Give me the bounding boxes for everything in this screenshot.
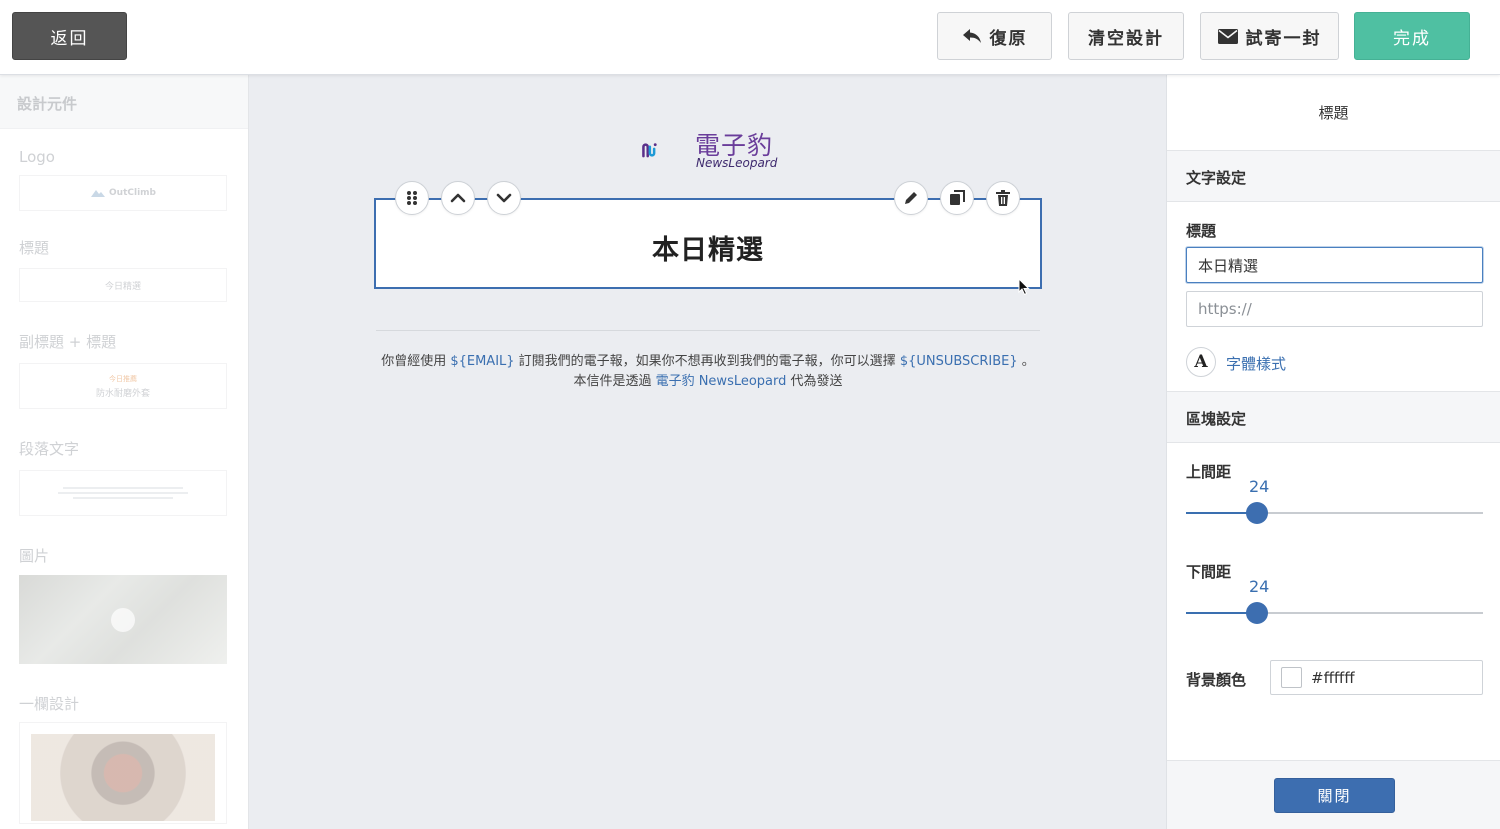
sidebar-item-logo-label: Logo: [19, 148, 55, 166]
block-settings-panel: 標題 文字設定 標題 A 字體樣式 區塊設定 上間距 24 下間距 24 背景顏…: [1166, 75, 1500, 829]
footer-sender-line: 本信件是透過 電子豹 NewsLeopard 代為發送: [376, 370, 1040, 389]
trash-icon: [996, 190, 1010, 206]
chevron-down-icon: [496, 193, 512, 203]
chevron-up-icon: [450, 193, 466, 203]
close-button-label: 關閉: [1317, 787, 1352, 805]
done-button[interactable]: 完成: [1354, 12, 1470, 60]
footer-text: 你曾經使用: [381, 354, 451, 369]
bg-color-value: #ffffff: [1311, 668, 1355, 687]
sidebar-item-logo[interactable]: OutClimb: [19, 175, 227, 211]
sidebar-subtitle-preview: 今日推薦: [109, 374, 137, 383]
font-style-icon[interactable]: A: [1186, 347, 1216, 377]
copy-icon: [950, 190, 965, 205]
back-button[interactable]: 返回: [12, 12, 127, 60]
newsleopard-logo-icon: [642, 143, 657, 158]
delete-block-button[interactable]: [986, 181, 1020, 215]
color-swatch[interactable]: [1281, 667, 1302, 688]
done-button-label: 完成: [1393, 28, 1431, 49]
duplicate-block-button[interactable]: [940, 181, 974, 215]
email-canvas: [249, 75, 1166, 829]
email-merge-tag: ${EMAIL}: [450, 354, 515, 369]
footer-text: 本信件是透過: [573, 374, 656, 389]
sidebar-heading: 設計元件: [0, 75, 248, 129]
sidebar-item-one-column-label: 一欄設計: [19, 695, 80, 713]
drag-handle-icon: [407, 191, 417, 205]
paragraph-placeholder-line: [58, 492, 188, 494]
text-settings-heading: 文字設定: [1167, 150, 1500, 202]
top-toolbar: 返回 復原 清空設計 試寄一封 完成: [0, 0, 1500, 75]
sidebar-logo-preview: OutClimb: [109, 188, 156, 198]
undo-button[interactable]: 復原: [937, 12, 1052, 60]
sidebar-item-paragraph-label: 段落文字: [19, 440, 80, 458]
close-button[interactable]: 關閉: [1274, 778, 1395, 813]
bottom-padding-slider-thumb[interactable]: [1246, 602, 1268, 624]
unsubscribe-merge-tag[interactable]: ${UNSUBSCRIBE}: [900, 354, 1018, 369]
image-icon: [111, 608, 135, 632]
drag-handle-button[interactable]: [395, 181, 429, 215]
footer-divider: [376, 330, 1040, 331]
footer-text: 代為發送: [786, 374, 843, 389]
top-padding-slider[interactable]: [1186, 502, 1483, 524]
undo-icon: [962, 29, 981, 43]
pencil-icon: [905, 192, 917, 204]
move-up-button[interactable]: [441, 181, 475, 215]
top-padding-label: 上間距: [1186, 463, 1232, 481]
title-input[interactable]: [1186, 247, 1483, 283]
selected-title-block[interactable]: 本日精選: [374, 198, 1042, 289]
footer-text: 。: [1017, 354, 1035, 369]
test-send-button-label: 試寄一封: [1245, 28, 1322, 49]
footer-text: 訂閱我們的電子報，如果你不想再收到我們的電子報，你可以選擇: [514, 354, 900, 369]
bg-color-input[interactable]: #ffffff: [1270, 660, 1483, 695]
test-send-button[interactable]: 試寄一封: [1200, 12, 1339, 60]
sidebar-item-subtitle-title-label: 副標題 + 標題: [19, 333, 117, 351]
sidebar-subtitle-title-preview: 防水耐磨外套: [95, 388, 150, 399]
font-style-link[interactable]: 字體樣式: [1226, 353, 1286, 374]
top-padding-slider-thumb[interactable]: [1246, 502, 1268, 524]
sidebar-item-title[interactable]: 今日精選: [19, 268, 227, 302]
bottom-padding-slider[interactable]: [1186, 602, 1483, 624]
back-button-label: 返回: [50, 28, 89, 49]
mouse-cursor-icon: [1018, 278, 1030, 296]
sidebar-item-subtitle-title[interactable]: 今日推薦 防水耐磨外套: [19, 363, 227, 409]
bottom-padding-label: 下間距: [1186, 563, 1232, 581]
logo-text-en: NewsLeopard: [696, 156, 778, 170]
bottom-padding-value: 24: [1249, 577, 1270, 596]
move-down-button[interactable]: [487, 181, 521, 215]
sidebar-title-preview: 今日精選: [104, 281, 141, 292]
sidebar-item-image-label: 圖片: [19, 547, 50, 565]
clear-design-button[interactable]: 清空設計: [1068, 12, 1184, 60]
design-elements-sidebar: 設計元件 Logo OutClimb 標題 今日精選 副標題 + 標題 今日推薦…: [0, 75, 249, 829]
sidebar-item-paragraph[interactable]: [19, 470, 227, 516]
envelope-icon: [1217, 28, 1238, 44]
bg-color-label: 背景顏色: [1186, 671, 1247, 689]
undo-button-label: 復原: [989, 28, 1028, 49]
title-block-text: 本日精選: [652, 235, 764, 266]
panel-title: 標題: [1167, 75, 1500, 151]
footer-unsubscribe-line: 你曾經使用 ${EMAIL} 訂閱我們的電子報，如果你不想再收到我們的電子報，你…: [376, 350, 1040, 369]
one-column-preview-image: [31, 734, 215, 821]
paragraph-placeholder-line: [73, 497, 173, 499]
top-padding-value: 24: [1249, 477, 1270, 496]
outclimb-logo-icon: [91, 190, 106, 197]
panel-footer: 關閉: [1167, 760, 1500, 829]
sidebar-item-title-label: 標題: [19, 239, 50, 257]
url-input[interactable]: [1186, 291, 1483, 327]
title-field-label: 標題: [1186, 222, 1217, 240]
block-settings-heading: 區塊設定: [1167, 391, 1500, 443]
paragraph-placeholder-line: [63, 487, 183, 489]
edit-block-button[interactable]: [894, 181, 928, 215]
clear-design-button-label: 清空設計: [1088, 28, 1164, 49]
newsleopard-link[interactable]: 電子豹 NewsLeopard: [656, 374, 787, 389]
